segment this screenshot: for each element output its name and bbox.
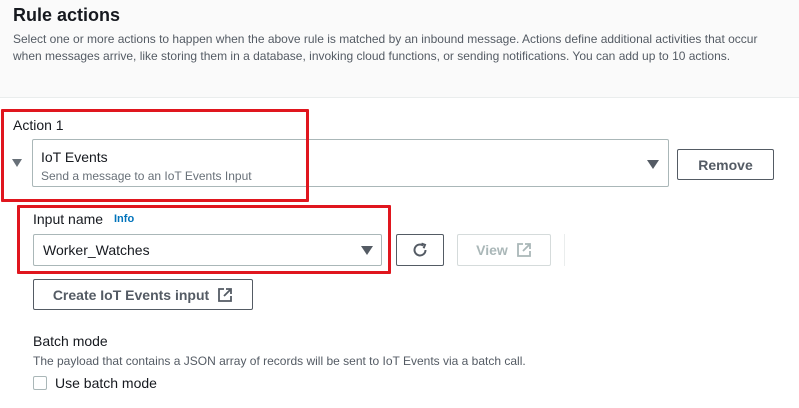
rule-actions-header: Rule actions Select one or more actions …: [0, 0, 799, 98]
external-link-icon: [218, 287, 233, 302]
external-link-icon: [516, 243, 531, 257]
batch-mode-description: The payload that contains a JSON array o…: [33, 354, 526, 368]
remove-button-label: Remove: [698, 156, 753, 173]
create-button-label: Create IoT Events input: [52, 286, 210, 303]
section-title: Rule actions: [13, 5, 121, 25]
batch-mode-checkbox[interactable]: [33, 376, 47, 390]
divider: [564, 234, 565, 266]
batch-mode-checkbox-label[interactable]: Use batch mode: [55, 375, 157, 391]
chevron-down-icon: [647, 160, 659, 169]
highlight-box-action: [1, 109, 309, 202]
create-iot-events-input-button[interactable]: Create IoT Events input: [33, 279, 253, 310]
refresh-icon: [413, 242, 427, 257]
view-button-label: View: [476, 242, 508, 258]
batch-mode-label: Batch mode: [33, 333, 108, 349]
view-button[interactable]: View: [457, 234, 551, 266]
section-description: Select one or more actions to happen whe…: [13, 32, 758, 63]
remove-button[interactable]: Remove: [677, 149, 774, 180]
refresh-button[interactable]: [396, 234, 444, 266]
highlight-box-input-name: [17, 205, 391, 274]
